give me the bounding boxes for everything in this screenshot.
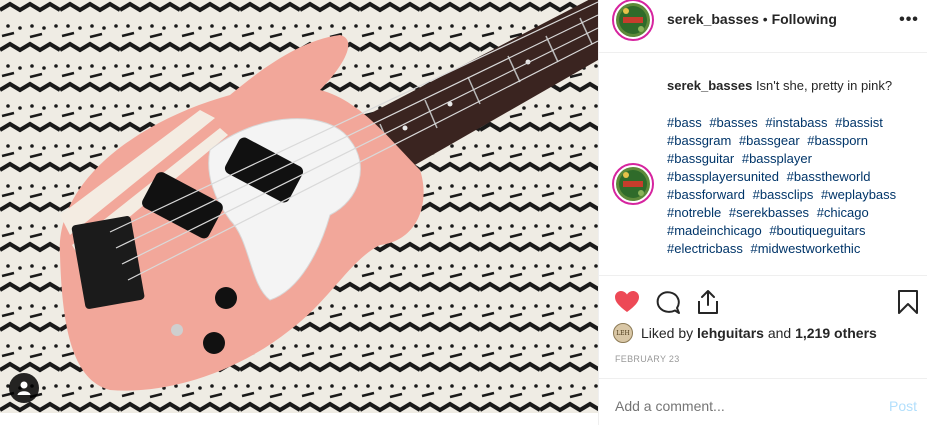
serek-logo-icon	[616, 3, 650, 37]
post-comment-button[interactable]: Post	[889, 398, 917, 414]
hashtag-link[interactable]: #notreble	[667, 205, 721, 220]
separator-dot: •	[762, 11, 768, 27]
post-sidebar: serek_basses • Following ••• serek_basse…	[598, 0, 927, 425]
bookmark-icon[interactable]	[894, 288, 922, 316]
hashtag-link[interactable]: #weplaybass	[821, 187, 896, 202]
post-date[interactable]: FEBRUARY 23	[615, 354, 680, 364]
hashtag-link[interactable]: #basses	[709, 115, 757, 130]
header-divider	[599, 52, 927, 53]
hashtag-link[interactable]: #bass	[667, 115, 702, 130]
follow-status-button[interactable]: Following	[772, 11, 837, 27]
user-icon	[17, 381, 31, 395]
hashtag-link[interactable]: #bassforward	[667, 187, 745, 202]
avatar[interactable]	[616, 3, 650, 37]
caption-username-link[interactable]: serek_basses	[667, 78, 752, 93]
hashtag-link[interactable]: #basstheworld	[787, 169, 871, 184]
hashtag-link[interactable]: #instabass	[765, 115, 827, 130]
caption-section: serek_basses Isn't she, pretty in pink? …	[599, 60, 927, 275]
comment-divider	[599, 378, 927, 379]
hashtag-link[interactable]: #bassist	[835, 115, 883, 130]
tagged-users-button[interactable]	[9, 373, 39, 403]
likes-summary: LEH Liked by lehguitars and 1,219 others	[613, 322, 877, 344]
hashtag-link[interactable]: #boutiqueguitars	[769, 223, 865, 238]
hashtag-link[interactable]: #midwestworkethic	[751, 241, 861, 256]
liker-avatar[interactable]: LEH	[613, 323, 633, 343]
likes-prefix: Liked by	[641, 325, 694, 341]
comment-icon[interactable]	[654, 288, 682, 316]
caption-text-line: serek_basses Isn't she, pretty in pink?	[667, 78, 892, 93]
actions-divider	[599, 275, 927, 276]
serek-logo-icon	[616, 167, 650, 201]
caption-avatar[interactable]	[616, 167, 650, 201]
likes-middle: and	[767, 325, 792, 341]
caption-text: Isn't she, pretty in pink?	[755, 78, 893, 93]
action-bar	[599, 282, 927, 322]
hashtag-link[interactable]: #chicago	[817, 205, 869, 220]
username-link[interactable]: serek_basses	[667, 11, 759, 27]
likes-count-link[interactable]: 1,219 others	[795, 325, 877, 341]
hashtag-link[interactable]: #bassclips	[753, 187, 814, 202]
hashtag-link[interactable]: #bassplayer	[742, 151, 812, 166]
post-photo[interactable]	[0, 0, 598, 413]
post-header: serek_basses • Following •••	[599, 0, 927, 44]
share-icon[interactable]	[694, 288, 722, 316]
hashtag-link[interactable]: #bassgram	[667, 133, 731, 148]
hashtag-link[interactable]: #bassguitar	[667, 151, 734, 166]
hashtag-link[interactable]: #serekbasses	[729, 205, 809, 220]
hashtag-list: #bass #basses #instabass #bassist #bassg…	[667, 114, 917, 258]
hashtag-link[interactable]: #bassplayersunited	[667, 169, 779, 184]
bass-guitar-image	[0, 0, 598, 413]
heart-filled-icon[interactable]	[613, 288, 641, 316]
hashtag-link[interactable]: #bassporn	[807, 133, 868, 148]
more-options-icon[interactable]: •••	[899, 10, 919, 30]
comment-input[interactable]	[615, 398, 855, 414]
hashtag-link[interactable]: #madeinchicago	[667, 223, 762, 238]
header-username: serek_basses • Following	[667, 11, 837, 27]
hashtag-link[interactable]: #bassgear	[739, 133, 800, 148]
hashtag-link[interactable]: #electricbass	[667, 241, 743, 256]
liker-username-link[interactable]: lehguitars	[697, 325, 764, 341]
